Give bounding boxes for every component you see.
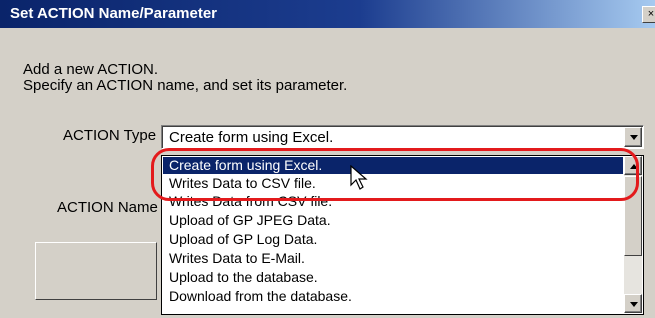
list-item[interactable]: Create form using Excel. (163, 157, 623, 174)
chevron-down-icon (630, 135, 638, 140)
list-item[interactable]: Writes Data to CSV file. (163, 175, 623, 192)
action-type-dropdown-list[interactable]: Create form using Excel. Writes Data to … (161, 155, 644, 315)
dialog-title: Set ACTION Name/Parameter (10, 5, 218, 22)
action-type-label: ACTION Type (63, 127, 157, 144)
intro-line-2: Specify an ACTION name, and set its para… (23, 77, 348, 94)
list-item[interactable]: Writes Data to E-Mail. (163, 250, 623, 267)
close-button[interactable]: × (642, 6, 655, 23)
partially-hidden-button[interactable] (35, 242, 157, 300)
intro-line-1: Add a new ACTION. (23, 61, 159, 78)
scroll-down-arrow-icon (630, 302, 638, 307)
list-item[interactable]: Download from the database. (163, 288, 623, 305)
scroll-up-arrow-icon (630, 164, 638, 169)
action-name-label: ACTION Name (57, 199, 158, 216)
action-type-selected-value: Create form using Excel. (169, 129, 334, 146)
scroll-up-button[interactable] (624, 156, 642, 175)
list-item[interactable]: Writes Data from CSV file. (163, 193, 623, 210)
list-item[interactable]: Upload of GP JPEG Data. (163, 212, 623, 229)
list-item[interactable]: Upload of GP Log Data. (163, 231, 623, 248)
dropdown-button[interactable] (624, 127, 642, 147)
scroll-down-button[interactable] (624, 294, 642, 313)
mouse-pointer-icon (350, 165, 368, 190)
scrollbar-thumb[interactable] (624, 176, 642, 256)
action-type-select[interactable]: Create form using Excel. (161, 125, 644, 149)
close-icon: × (647, 8, 655, 20)
set-action-dialog: Set ACTION Name/Parameter × Add a new AC… (0, 0, 655, 318)
list-item[interactable]: Upload to the database. (163, 269, 623, 286)
intro-text: Add a new ACTION. Specify an ACTION name… (23, 62, 347, 94)
title-bar: Set ACTION Name/Parameter × (0, 0, 655, 28)
vertical-scrollbar[interactable] (624, 156, 642, 313)
